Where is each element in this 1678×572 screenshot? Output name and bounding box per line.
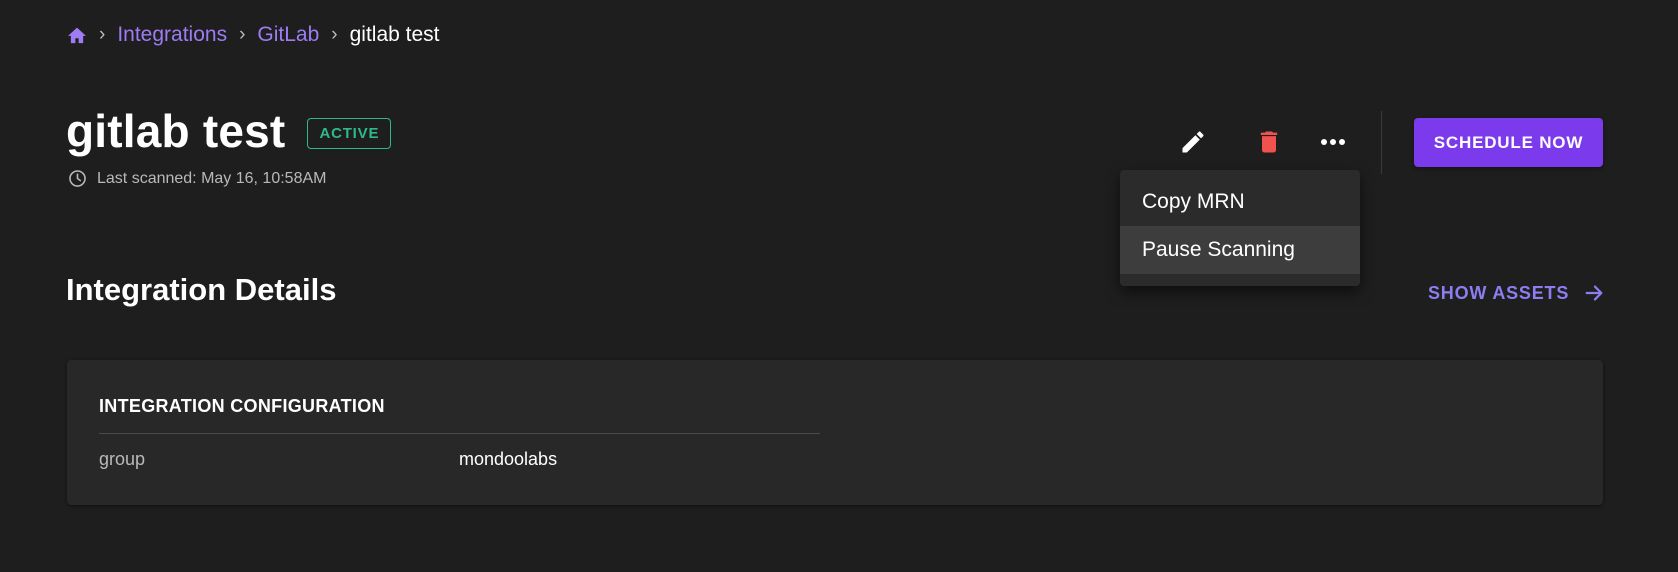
delete-button[interactable]	[1247, 120, 1291, 164]
trash-icon	[1260, 131, 1278, 153]
pencil-icon	[1182, 131, 1204, 153]
menu-item-copy-mrn[interactable]: Copy MRN	[1120, 178, 1360, 226]
more-horizontal-icon	[1321, 139, 1345, 145]
schedule-now-button[interactable]: SCHEDULE NOW	[1414, 118, 1603, 167]
clock-icon	[69, 170, 86, 187]
integration-page: › Integrations › GitLab › gitlab test gi…	[0, 0, 1678, 572]
integration-configuration-card: INTEGRATION CONFIGURATION group mondoola…	[67, 360, 1603, 505]
status-badge: ACTIVE	[307, 117, 392, 149]
home-icon	[68, 27, 86, 44]
show-assets-button[interactable]: SHOW ASSETS	[1428, 278, 1605, 308]
page-title: gitlab test	[66, 105, 286, 157]
breadcrumb-integrations[interactable]: Integrations	[117, 23, 227, 47]
breadcrumb: › Integrations › GitLab › gitlab test	[67, 20, 440, 50]
section-title: Integration Details	[66, 272, 337, 307]
configuration-divider	[99, 433, 820, 434]
configuration-heading: INTEGRATION CONFIGURATION	[99, 396, 385, 416]
more-options-button[interactable]	[1311, 120, 1355, 164]
breadcrumb-separator: ›	[99, 24, 106, 45]
arrow-right-icon	[1585, 285, 1603, 301]
show-assets-label: SHOW ASSETS	[1428, 282, 1570, 303]
breadcrumb-separator: ›	[331, 24, 338, 45]
last-scanned: Last scanned: May 16, 10:58AM	[68, 169, 326, 188]
breadcrumb-gitlab[interactable]: GitLab	[257, 23, 319, 47]
breadcrumb-current: gitlab test	[349, 23, 440, 46]
last-scanned-text: Last scanned: May 16, 10:58AM	[97, 169, 327, 187]
config-value: mondoolabs	[459, 449, 558, 469]
title-row: gitlab test ACTIVE	[66, 104, 392, 158]
more-options-menu: Copy MRN Pause Scanning	[1120, 170, 1360, 286]
menu-item-pause-scanning[interactable]: Pause Scanning	[1120, 226, 1360, 274]
breadcrumb-home[interactable]	[67, 25, 87, 45]
breadcrumb-separator: ›	[239, 24, 246, 45]
header-divider	[1381, 111, 1382, 174]
edit-button[interactable]	[1171, 120, 1215, 164]
config-key: group	[99, 449, 146, 469]
